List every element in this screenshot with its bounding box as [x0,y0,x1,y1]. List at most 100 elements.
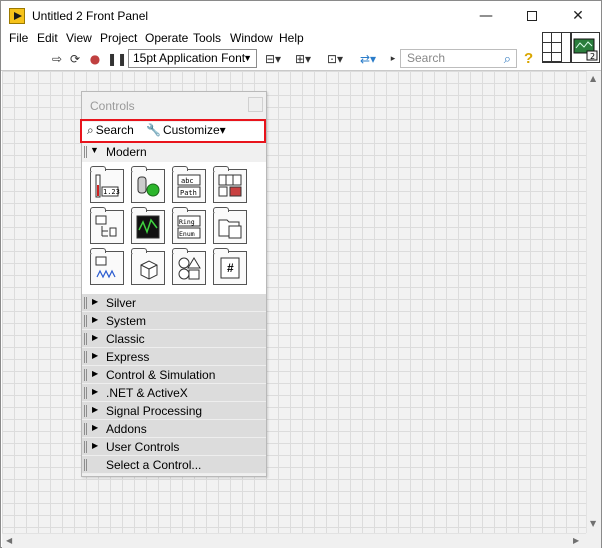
drag-grip-icon[interactable] [84,369,87,381]
collapsed-triangle-icon: ▶ [92,333,99,342]
ring-enum-palette-tile[interactable]: Ring Enum [172,207,206,244]
drag-grip-icon[interactable] [84,441,87,453]
drag-grip-icon[interactable] [84,315,87,327]
category-dotnet-activex[interactable]: ▶ .NET & ActiveX [82,384,266,402]
io-palette-tile[interactable] [90,248,124,285]
list-table-tree-palette-tile[interactable] [90,207,124,244]
ring-enum-icon: Ring Enum [177,215,201,239]
search-arrow-icon: ▸ [390,54,396,64]
collapsed-triangle-icon: ▶ [92,441,99,450]
run-continuously-icon[interactable]: ⟳ [67,51,83,67]
vertical-scrollbar[interactable]: ▲ ▼ [586,71,601,533]
abort-icon[interactable]: ● [87,51,103,67]
context-help-icon[interactable]: ? [524,50,533,67]
align-objects-icon[interactable]: ⊟▾ [263,51,283,67]
connector-pane-icon[interactable] [542,32,571,63]
reorder-icon[interactable]: ⇄▾ [357,51,379,67]
select-a-control[interactable]: Select a Control... [82,456,266,474]
category-signal-processing[interactable]: ▶ Signal Processing [82,402,266,420]
drag-grip-icon[interactable] [84,351,87,363]
font-select[interactable]: 15pt Application Font ▼ [128,49,257,68]
drag-grip-icon[interactable] [84,333,87,345]
string-path-palette-tile[interactable]: abc Path [172,166,206,203]
drag-grip-icon[interactable] [84,146,87,158]
search-icon[interactable]: ⌕ [504,50,511,67]
search-icon: ⌕ [87,123,94,137]
refnum-palette-tile[interactable]: # [213,248,247,285]
refnum-tile-text: # [227,261,234,275]
containers-palette-tile[interactable] [213,207,247,244]
resize-objects-icon[interactable]: ⊡▾ [325,51,345,67]
maximize-icon [527,11,537,21]
scroll-right-icon[interactable]: ▶ [573,536,579,545]
category-control-simulation[interactable]: ▶ Control & Simulation [82,366,266,384]
category-label: System [106,314,147,328]
category-classic[interactable]: ▶ Classic [82,330,266,348]
menu-window[interactable]: Window [230,31,273,45]
menu-edit[interactable]: Edit [37,31,58,45]
drag-grip-icon[interactable] [84,423,87,435]
menu-file[interactable]: File [9,31,28,45]
scroll-down-icon[interactable]: ▼ [590,519,596,528]
collapsed-triangle-icon: ▶ [92,351,99,360]
front-panel-window: Untitled 2 Front Panel — ✕ File Edit Vie… [0,0,602,548]
palette-close-button[interactable] [248,97,263,112]
palette-toolbar: ⌕ Search 🔧 Customize▾ [80,119,266,143]
numeric-palette-tile[interactable]: 1.23 [90,166,124,203]
palette-customize-button[interactable]: 🔧 Customize▾ [146,123,226,137]
scroll-left-icon[interactable]: ◀ [6,536,12,545]
run-arrow-icon[interactable]: ⇨ [49,51,65,67]
collapsed-triangle-icon: ▶ [92,297,99,306]
collapsed-triangle-icon: ▶ [92,405,99,414]
vi-icon[interactable]: 2 [571,32,600,63]
horizontal-scrollbar[interactable]: ◀ ▶ [2,533,586,548]
menu-tools[interactable]: Tools [193,31,221,45]
font-select-value: 15pt Application Font [133,51,246,65]
palette-title: Controls [90,99,135,113]
category-label: Select a Control... [106,458,202,472]
chevron-down-icon: ▼ [243,53,252,63]
close-button[interactable]: ✕ [555,1,601,31]
menu-operate[interactable]: Operate [145,31,188,45]
palette-customize-label: Customize▾ [162,123,226,137]
boolean-palette-tile[interactable] [131,166,165,203]
decorations-palette-tile[interactable] [172,248,206,285]
pause-icon[interactable]: ❚❚ [107,51,127,67]
category-user-controls[interactable]: ▶ User Controls [82,438,266,456]
svg-text:abc: abc [181,177,194,185]
maximize-button[interactable] [509,1,555,31]
menu-view[interactable]: View [66,31,92,45]
palette-search-button[interactable]: ⌕ Search [87,123,134,138]
category-system[interactable]: ▶ System [82,312,266,330]
title-bar: Untitled 2 Front Panel — ✕ [1,1,601,31]
drag-grip-icon[interactable] [84,459,87,471]
menu-project[interactable]: Project [100,31,137,45]
collapsed-triangle-icon: ▶ [92,423,99,432]
minimize-button[interactable]: — [463,1,509,31]
scroll-up-icon[interactable]: ▲ [590,74,596,83]
window-title: Untitled 2 Front Panel [32,9,149,23]
variant-class-palette-tile[interactable] [131,248,165,285]
string-path-icon: abc Path [177,174,201,198]
collapsed-triangle-icon: ▶ [92,369,99,378]
palette-search-label: Search [95,123,134,137]
cube-icon [140,260,158,280]
toolbar-search-input[interactable]: Search ⌕ [400,49,517,68]
menu-bar: File Edit View Project Operate Tools Win… [1,30,541,46]
drag-grip-icon[interactable] [84,405,87,417]
drag-grip-icon[interactable] [84,387,87,399]
menu-help[interactable]: Help [279,31,304,45]
graph-palette-tile[interactable] [131,207,165,244]
category-silver[interactable]: ▶ Silver [82,294,266,312]
labview-app-icon [9,8,25,24]
category-addons[interactable]: ▶ Addons [82,420,266,438]
svg-text:Ring: Ring [179,218,195,226]
array-matrix-cluster-palette-tile[interactable] [213,166,247,203]
collapsed-triangle-icon: ▶ [92,315,99,324]
drag-grip-icon[interactable] [84,297,87,309]
category-modern[interactable]: ▼ Modern [82,143,266,161]
distribute-objects-icon[interactable]: ⊞▾ [293,51,313,67]
category-label: Control & Simulation [106,368,216,382]
category-express[interactable]: ▶ Express [82,348,266,366]
category-label: Signal Processing [106,404,203,418]
